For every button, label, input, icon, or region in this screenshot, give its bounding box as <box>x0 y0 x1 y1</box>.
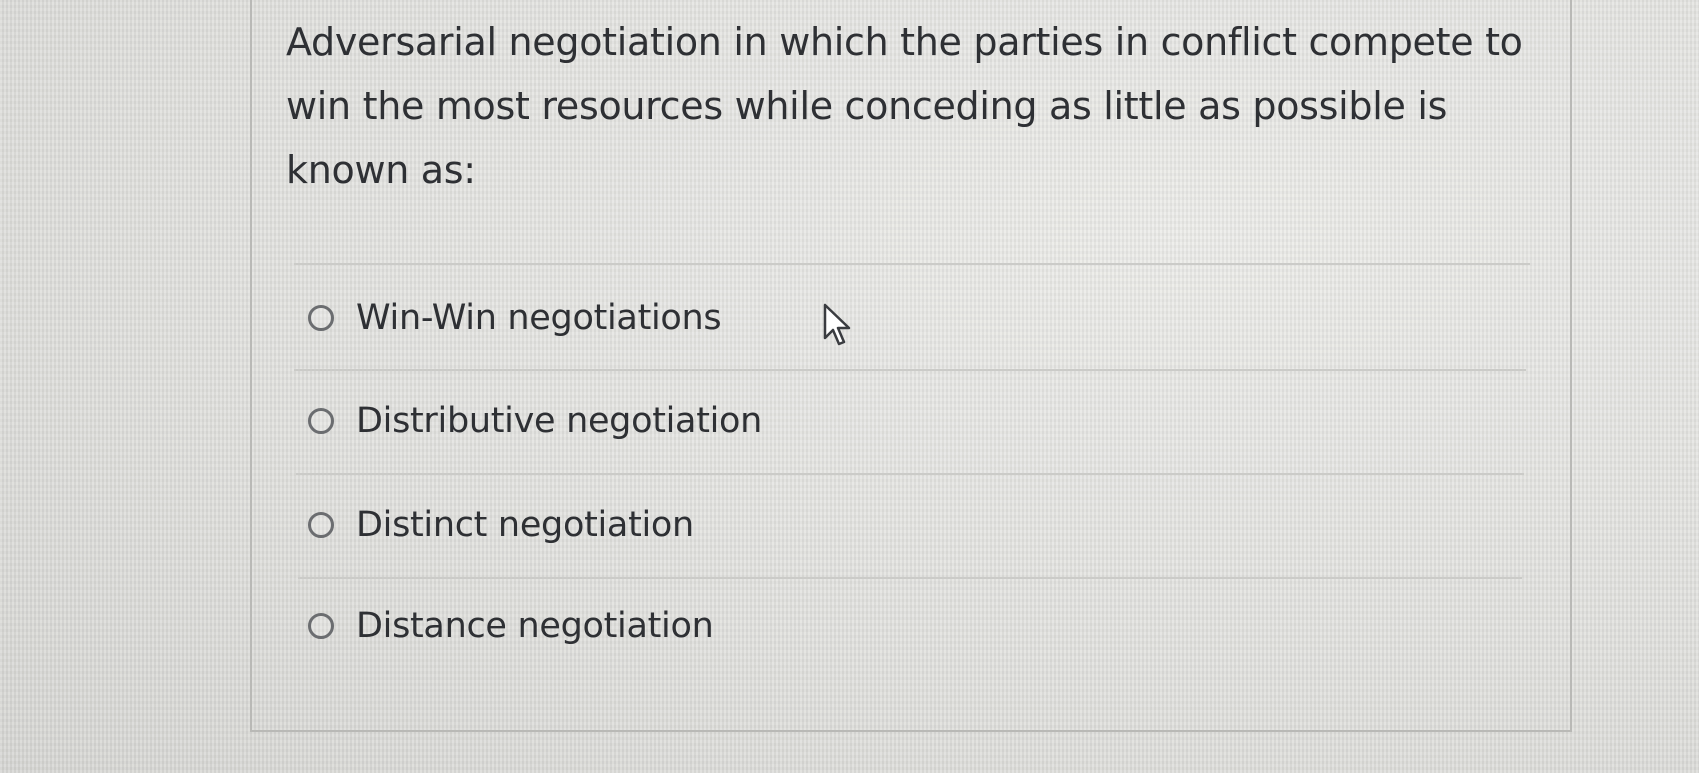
question-line: known as: <box>286 148 476 192</box>
radio-button-icon[interactable] <box>308 512 334 538</box>
answer-divider <box>298 577 1522 579</box>
answers-divider <box>294 263 1530 265</box>
question-line: Adversarial negotiation in which the par… <box>286 20 1523 64</box>
answer-label: Win-Win negotiations <box>356 298 722 338</box>
answer-option-distributive[interactable]: Distributive negotiation <box>308 393 762 449</box>
mouse-pointer-icon <box>823 303 851 346</box>
question-line: win the most resources while conceding a… <box>286 84 1448 128</box>
radio-button-icon[interactable] <box>308 613 334 639</box>
question-text: Adversarial negotiation in which the par… <box>286 10 1536 202</box>
answer-label: Distance negotiation <box>356 606 714 646</box>
answer-label: Distinct negotiation <box>356 505 694 545</box>
radio-button-icon[interactable] <box>308 408 334 434</box>
answer-divider <box>294 369 1526 371</box>
answer-option-win-win[interactable]: Win-Win negotiations <box>308 290 722 346</box>
answer-label: Distributive negotiation <box>356 401 763 441</box>
radio-button-icon[interactable] <box>308 305 334 331</box>
answer-divider <box>296 473 1524 475</box>
answer-option-distance[interactable]: Distance negotiation <box>308 598 714 654</box>
answer-option-distinct[interactable]: Distinct negotiation <box>308 497 694 553</box>
